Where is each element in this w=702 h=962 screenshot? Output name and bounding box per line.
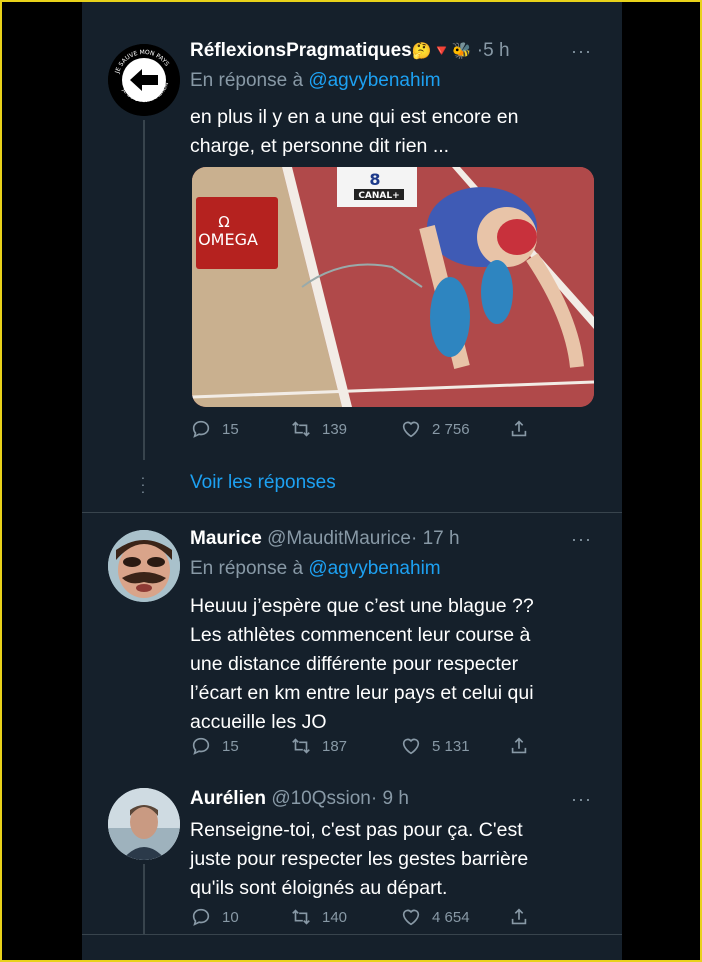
reply-to-link[interactable]: @agvybenahim <box>308 558 440 579</box>
retweet-icon <box>292 909 310 925</box>
user-handle[interactable]: @10Qssion <box>271 788 371 809</box>
display-name[interactable]: RéflexionsPragmatiques <box>190 40 412 61</box>
tweet-text: Renseigne-toi, c'est pas pour ça. C'est … <box>190 816 590 903</box>
tweet-text-line: charge, et personne dit rien ... <box>190 135 450 157</box>
user-handle[interactable]: @MauditMaurice <box>267 528 411 549</box>
tweet-thread-panel[interactable]: JE SAUVE MON PAYS JE SUIS ANTIMACRONISTE… <box>82 2 622 960</box>
action-bar: 10 140 4 654 <box>190 904 530 930</box>
avatar-maurice[interactable] <box>108 530 180 602</box>
retweet-icon <box>292 738 310 754</box>
tweet-time[interactable]: 5 h <box>483 40 509 61</box>
tweet-text: en plus il y en a une qui est encore en … <box>190 103 590 161</box>
more-options-button[interactable]: ··· <box>571 38 592 64</box>
avatar-reflexions[interactable]: JE SAUVE MON PAYS JE SUIS ANTIMACRONISTE <box>108 44 180 116</box>
lane-number: 8 <box>369 170 380 189</box>
share-icon <box>511 737 527 754</box>
reply-icon <box>192 737 210 755</box>
retweet-icon <box>292 421 310 437</box>
action-bar: 15 139 2 756 <box>190 416 530 442</box>
like-icon <box>402 738 420 755</box>
like-count: 2 756 <box>432 420 470 438</box>
more-options-button[interactable]: ··· <box>571 526 592 552</box>
tweet-time[interactable]: 17 h <box>423 528 460 549</box>
tweet-header: RéflexionsPragmatiques🤔🔻🐝 ·5 h ··· <box>190 38 592 64</box>
retweet-count: 139 <box>322 420 348 438</box>
reply-count: 10 <box>222 908 239 926</box>
collapsed-thread-dots: · · · <box>140 469 146 499</box>
display-name[interactable]: Aurélien <box>190 788 266 809</box>
divider <box>82 934 622 935</box>
tweet-time[interactable]: 9 h <box>382 788 408 809</box>
starting-block-photo: Ω OMEGA CANAL+ 8 <box>192 167 594 407</box>
canal-logo: CANAL+ <box>358 191 399 201</box>
profile-emojis: 🤔🔻🐝 <box>411 43 472 60</box>
omega-logo: OMEGA <box>198 230 258 249</box>
thread-line <box>143 864 145 934</box>
reply-context: En réponse à @agvybenahim <box>190 68 441 94</box>
tweet-image[interactable]: Ω OMEGA CANAL+ 8 <box>192 167 594 407</box>
reply-context: En réponse à @agvybenahim <box>190 556 441 582</box>
tweet-text-line: en plus il y en a une qui est encore en <box>190 106 519 128</box>
retweet-button[interactable]: 187 <box>290 733 347 759</box>
see-replies-link[interactable]: Voir les réponses <box>190 472 336 494</box>
share-button[interactable] <box>508 904 530 930</box>
avatar-aurelien[interactable] <box>108 788 180 860</box>
reply-button[interactable]: 15 <box>190 416 239 442</box>
tweet-text-line: Renseigne-toi, c'est pas pour ça. C'est <box>190 819 523 841</box>
like-icon <box>402 909 420 926</box>
like-button[interactable]: 5 131 <box>400 733 470 759</box>
tweet-text-line: juste pour respecter les gestes barrière <box>190 848 529 870</box>
more-options-button[interactable]: ··· <box>571 786 592 812</box>
reply-button[interactable]: 10 <box>190 904 239 930</box>
divider <box>82 512 622 513</box>
reply-prefix: En réponse à <box>190 558 304 579</box>
like-icon <box>402 421 420 438</box>
reply-to-link[interactable]: @agvybenahim <box>308 70 440 91</box>
tweet-text: Heuuu j’espère que c’est une blague ?? L… <box>190 592 590 737</box>
reply-count: 15 <box>222 737 239 755</box>
dot-separator: · <box>411 528 418 549</box>
like-button[interactable]: 2 756 <box>400 416 470 442</box>
tweet-text-line: Les athlètes commencent leur course à <box>190 624 531 646</box>
reply-count: 15 <box>222 420 239 438</box>
like-button[interactable]: 4 654 <box>400 904 470 930</box>
reply-button[interactable]: 15 <box>190 733 239 759</box>
retweet-button[interactable]: 139 <box>290 416 347 442</box>
face-photo <box>108 530 180 602</box>
thread-line <box>143 120 145 460</box>
tweet-text-line: Heuuu j’espère que c’est une blague ?? <box>190 595 534 617</box>
tweet-header: Aurélien @10Qssion· 9 h ··· <box>190 786 592 812</box>
reply-prefix: En réponse à <box>190 70 304 91</box>
face-photo <box>108 788 180 860</box>
share-button[interactable] <box>508 416 530 442</box>
tweet-text-line: une distance différente pour respecter <box>190 653 519 675</box>
retweet-count: 140 <box>322 908 348 926</box>
retweet-button[interactable]: 140 <box>290 904 347 930</box>
dot-separator: · <box>370 788 378 809</box>
back-arrow-icon: JE SAUVE MON PAYS JE SUIS ANTIMACRONISTE <box>108 44 180 116</box>
tweet-text-line: qu'ils sont éloignés au départ. <box>190 877 448 899</box>
tweet-text-line: l’écart en km entre leur pays et celui q… <box>190 682 534 704</box>
share-button[interactable] <box>508 733 530 759</box>
tweet-header: Maurice @MauditMaurice· 17 h ··· <box>190 526 592 552</box>
share-icon <box>511 908 527 925</box>
like-count: 5 131 <box>432 737 470 755</box>
reply-icon <box>192 908 210 926</box>
svg-text:Ω: Ω <box>218 213 229 231</box>
like-count: 4 654 <box>432 908 470 926</box>
action-bar: 15 187 5 131 <box>190 733 530 759</box>
retweet-count: 187 <box>322 737 348 755</box>
display-name[interactable]: Maurice <box>190 528 262 549</box>
share-icon <box>511 420 527 437</box>
reply-icon <box>192 420 210 438</box>
